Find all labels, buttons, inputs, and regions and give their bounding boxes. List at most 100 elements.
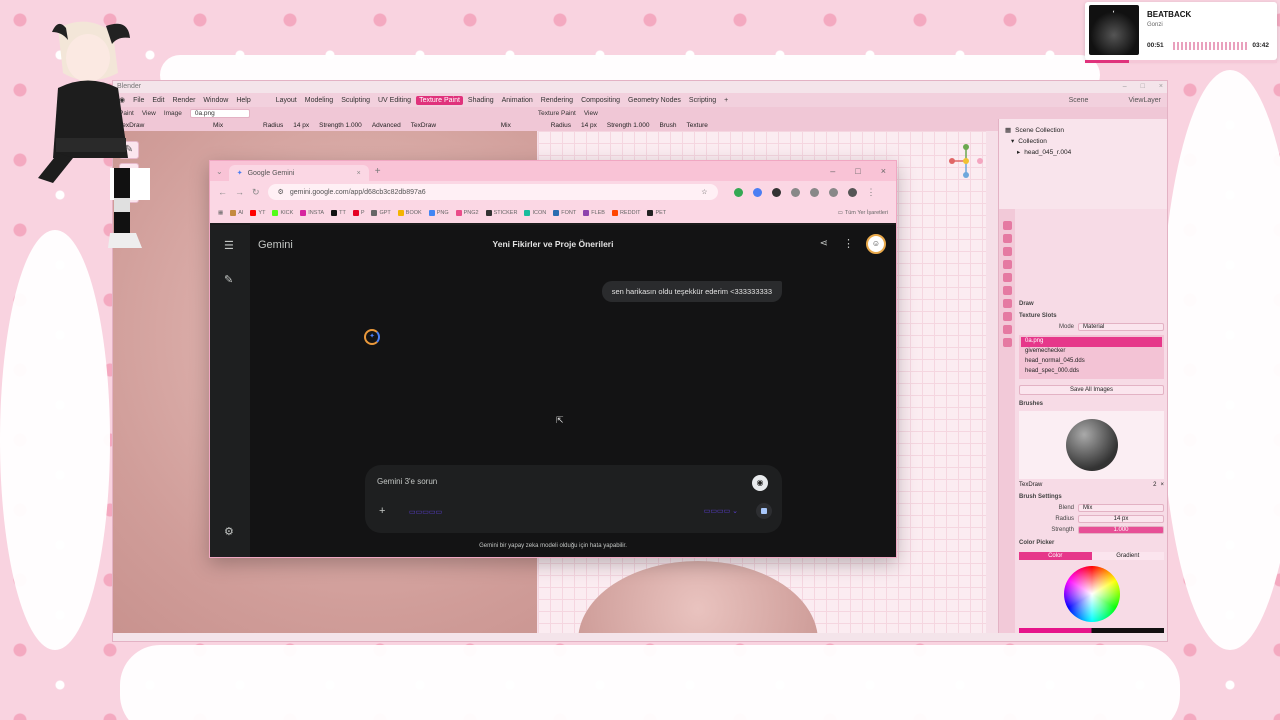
- slot-item[interactable]: head_spec_000.dds: [1021, 367, 1162, 377]
- menu-window[interactable]: Window: [203, 97, 228, 104]
- view-layer-selector[interactable]: ViewLayer: [1128, 97, 1161, 104]
- slot-item[interactable]: givemechecker: [1021, 347, 1162, 357]
- radius-field-left[interactable]: 14 px: [293, 122, 309, 129]
- radius-field[interactable]: 14 px: [1078, 515, 1164, 523]
- blend-dropdown-left[interactable]: Mix: [213, 122, 253, 129]
- menu-help[interactable]: Help: [236, 97, 250, 104]
- browser-menu-icon[interactable]: ⋮: [867, 187, 876, 197]
- tab-modeling[interactable]: Modeling: [302, 96, 336, 105]
- bookmark-book[interactable]: BOOK: [397, 210, 422, 216]
- settings-icon[interactable]: ⚙: [224, 525, 234, 538]
- bookmark-fleb[interactable]: FLEB: [583, 210, 605, 216]
- brushes-title[interactable]: Brushes: [1019, 401, 1164, 407]
- extension-adblock-icon[interactable]: [771, 187, 781, 197]
- more-options-icon[interactable]: ⋮: [843, 237, 854, 250]
- bookmark-kick[interactable]: KICK: [272, 210, 293, 216]
- bookmark-png[interactable]: PNG: [428, 210, 449, 216]
- strength-slider-left[interactable]: Strength 1.000: [319, 122, 362, 129]
- browser-maximize-icon[interactable]: □: [855, 166, 860, 176]
- bookmark-insta[interactable]: INSTA: [300, 210, 324, 216]
- outliner-collection[interactable]: ▾ Collection: [1005, 137, 1162, 146]
- tab-sculpting[interactable]: Sculpting: [338, 96, 373, 105]
- radius-field-right[interactable]: 14 px: [581, 122, 597, 129]
- strength-field[interactable]: 1.000: [1078, 526, 1164, 534]
- texture-dropdown[interactable]: Texture: [687, 122, 708, 129]
- blend-dropdown[interactable]: Mix: [1078, 504, 1164, 512]
- all-bookmarks[interactable]: ▭ Tüm Yer İşaretleri: [838, 210, 888, 216]
- brush-settings-title[interactable]: Brush Settings: [1019, 494, 1164, 500]
- model-selector[interactable]: ▭▭▭▭ ⌄: [704, 507, 738, 515]
- brush-preview[interactable]: [1019, 411, 1164, 479]
- texture-slots-title[interactable]: Texture Slots: [1019, 313, 1164, 319]
- navigation-gizmo-icon[interactable]: [948, 143, 984, 179]
- advanced-dropdown[interactable]: Advanced: [372, 122, 401, 129]
- outliner-object[interactable]: ▸ head_045_r.004: [1005, 148, 1162, 157]
- extension-translate-icon[interactable]: [752, 187, 762, 197]
- save-all-images-button[interactable]: Save All Images: [1019, 385, 1164, 395]
- add-workspace-icon[interactable]: +: [721, 96, 731, 105]
- download-icon[interactable]: [828, 187, 838, 197]
- right-view-menu[interactable]: View: [584, 110, 598, 117]
- minimize-icon[interactable]: –: [1123, 83, 1127, 91]
- gradient-tab[interactable]: Gradient: [1091, 552, 1164, 560]
- color-tab[interactable]: Color: [1019, 552, 1092, 560]
- material-tab-icon[interactable]: [1002, 325, 1012, 334]
- slot-item[interactable]: head_normal_045.dds: [1021, 357, 1162, 367]
- extension-shield-icon[interactable]: [733, 187, 743, 197]
- profile-icon[interactable]: [847, 187, 857, 197]
- bookmark-star-icon[interactable]: ☆: [701, 188, 707, 196]
- scene-tab-icon[interactable]: [1002, 273, 1012, 282]
- bookmark-apps-icon[interactable]: ▦: [218, 210, 223, 216]
- menu-render[interactable]: Render: [172, 97, 195, 104]
- add-attachment-icon[interactable]: +: [379, 505, 385, 517]
- tool-tab-icon[interactable]: [1002, 221, 1012, 230]
- live-mode-icon[interactable]: ◉: [752, 475, 768, 491]
- mode-dropdown[interactable]: Material: [1078, 323, 1164, 331]
- address-bar[interactable]: ⚙ gemini.google.com/app/d68cb3c82db897a6…: [267, 184, 718, 200]
- new-tab-icon[interactable]: +: [375, 166, 381, 177]
- view-layer-tab-icon[interactable]: [1002, 260, 1012, 269]
- bookmark-p[interactable]: P: [352, 210, 364, 216]
- bookmark-sticker[interactable]: STICKER: [485, 210, 517, 216]
- tools-button[interactable]: ▭▭▭▭▭: [409, 508, 442, 516]
- tab-scripting[interactable]: Scripting: [686, 96, 719, 105]
- tab-uv-editing[interactable]: UV Editing: [375, 96, 414, 105]
- tab-texture-paint[interactable]: Texture Paint: [416, 95, 463, 105]
- world-tab-icon[interactable]: [1002, 286, 1012, 295]
- close-tab-icon[interactable]: ×: [357, 170, 361, 177]
- outliner-scene-collection[interactable]: ▦ Scene Collection: [1005, 126, 1162, 135]
- texture-tab-icon[interactable]: [1002, 338, 1012, 347]
- blend-dropdown-right[interactable]: Mix: [501, 122, 541, 129]
- prompt-input[interactable]: Gemini 3'e sorun: [377, 477, 437, 486]
- right-mode-dropdown[interactable]: Texture Paint: [538, 110, 576, 117]
- share-icon[interactable]: ⋖: [820, 238, 828, 249]
- forward-icon[interactable]: →: [235, 187, 244, 197]
- color-wheel[interactable]: [1063, 566, 1120, 622]
- tab-rendering[interactable]: Rendering: [538, 96, 576, 105]
- tab-animation[interactable]: Animation: [499, 96, 536, 105]
- scene-selector[interactable]: Scene: [1069, 97, 1089, 104]
- bookmark-pet[interactable]: PET: [647, 210, 666, 216]
- maximize-icon[interactable]: □: [1141, 83, 1145, 91]
- new-chat-icon[interactable]: ✎: [224, 273, 233, 286]
- bookmark-icon[interactable]: ICON: [524, 210, 546, 216]
- bookmark-yt[interactable]: YT: [250, 210, 265, 216]
- modifier-tab-icon[interactable]: [1002, 312, 1012, 321]
- bookmark-ai[interactable]: AI: [230, 210, 243, 216]
- tab-search-icon[interactable]: ⌄: [216, 167, 223, 176]
- stop-generating-button[interactable]: [756, 503, 772, 519]
- back-icon[interactable]: ←: [218, 187, 227, 197]
- browser-close-icon[interactable]: ×: [881, 166, 886, 176]
- brush-name[interactable]: TexDraw: [1019, 482, 1149, 488]
- tab-layout[interactable]: Layout: [273, 96, 300, 105]
- slot-item[interactable]: 0a.png: [1021, 337, 1162, 347]
- brush-name-right[interactable]: TexDraw: [411, 122, 471, 129]
- brush-dropdown[interactable]: Brush: [660, 122, 677, 129]
- image-name-field[interactable]: 0a.png: [189, 108, 250, 118]
- reload-icon[interactable]: ↻: [252, 187, 260, 198]
- bookmark-png2[interactable]: PNG2: [455, 210, 479, 216]
- extension-misc-icon[interactable]: [790, 187, 800, 197]
- tab-compositing[interactable]: Compositing: [578, 96, 623, 105]
- site-info-icon[interactable]: ⚙: [278, 188, 284, 196]
- browser-tab-gemini[interactable]: ✦ Google Gemini ×: [228, 165, 369, 181]
